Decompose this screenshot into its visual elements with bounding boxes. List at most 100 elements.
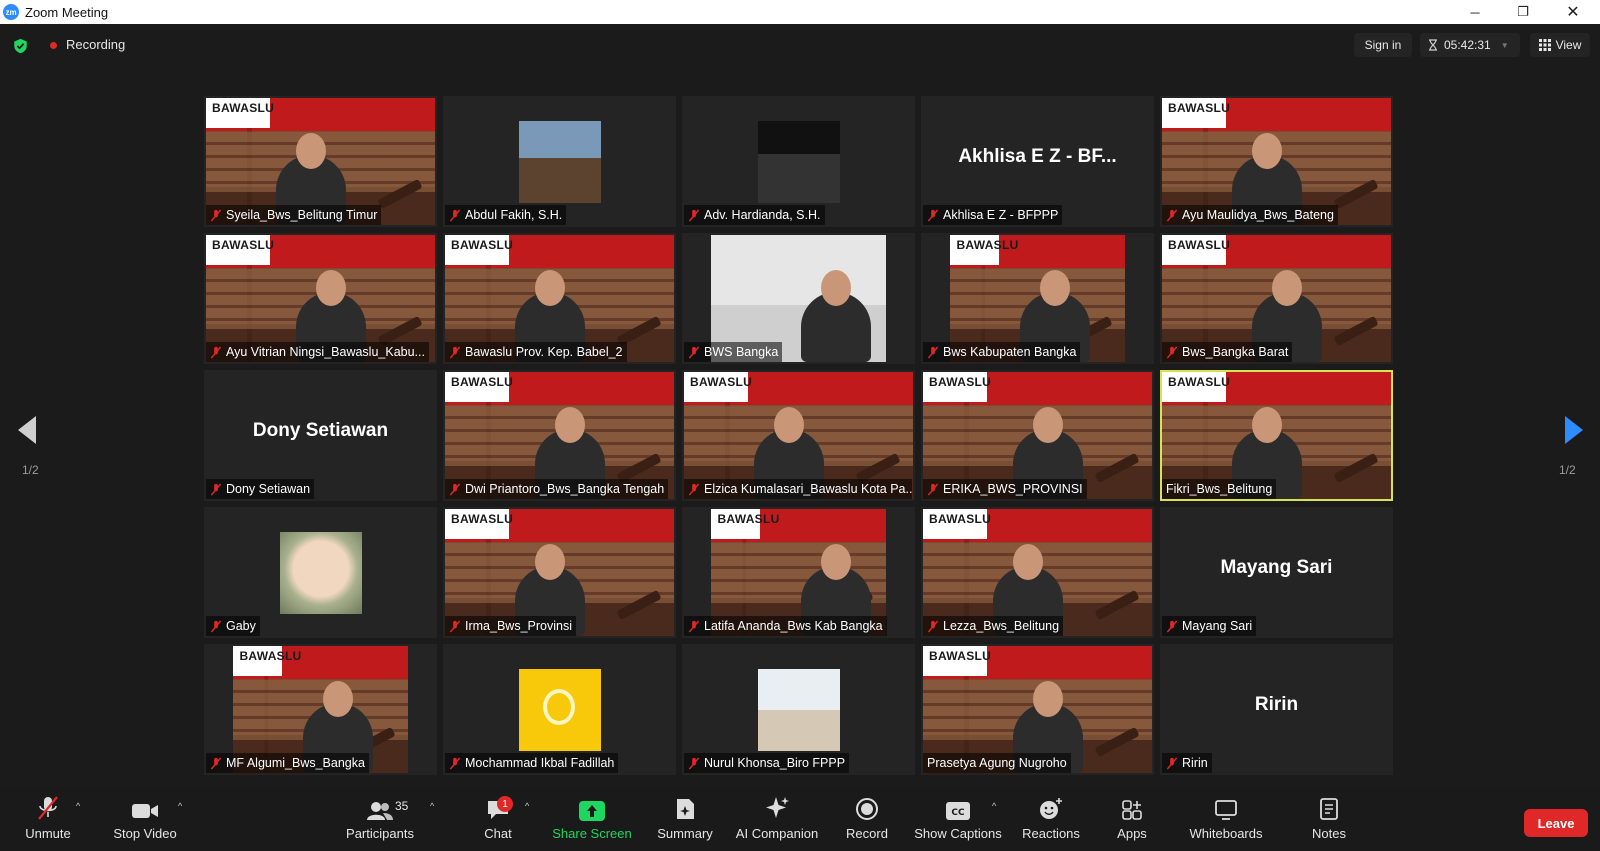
apps-button[interactable]: Apps: [1112, 787, 1152, 851]
bawaslu-logo-text: BAWASLU: [1168, 238, 1231, 252]
participants-label: Participants: [346, 826, 414, 841]
virtual-background-banner: BAWASLU: [1162, 98, 1391, 128]
zoom-logo-icon: zm: [3, 4, 19, 20]
participant-name-tag: Mochammad Ikbal Fadillah: [445, 753, 619, 773]
captions-cc-icon: CC: [946, 802, 970, 820]
participant-tile[interactable]: BAWASLU Dwi Priantoro_Bws_Bangka Tengah: [443, 370, 676, 501]
bawaslu-logo-text: BAWASLU: [956, 238, 1019, 252]
participant-tile[interactable]: Akhlisa E Z - BF... Akhlisa E Z - BFPPP: [921, 96, 1154, 227]
reactions-button[interactable]: Reactions: [1016, 787, 1086, 851]
summary-document-icon: [677, 799, 694, 819]
chat-options-caret-icon[interactable]: ^: [525, 801, 529, 811]
minimize-button[interactable]: ─: [1452, 0, 1498, 24]
participant-tile[interactable]: BWS Bangka: [682, 233, 915, 364]
bawaslu-logo-text: BAWASLU: [690, 375, 753, 389]
participant-tile[interactable]: Dony Setiawan Dony Setiawan: [204, 370, 437, 501]
recording-label[interactable]: Recording: [66, 37, 125, 52]
participant-tile[interactable]: BAWASLU Elzica Kumalasari_Bawaslu Kota Pa…: [682, 370, 915, 501]
security-shield-icon[interactable]: [13, 38, 28, 54]
participant-name: ERIKA_BWS_PROVINSI: [943, 482, 1083, 496]
participant-name: Latifa Ananda_Bws Kab Bangka: [704, 619, 883, 633]
participant-tile[interactable]: Ririn Ririn: [1160, 644, 1393, 775]
participant-name: Syeila_Bws_Belitung Timur: [226, 208, 378, 222]
bawaslu-logo-text: BAWASLU: [929, 649, 992, 663]
view-button[interactable]: View: [1530, 33, 1590, 57]
participant-tile[interactable]: BAWASLU Lezza_Bws_Belitung: [921, 507, 1154, 638]
participant-name: Bws Kabupaten Bangka: [943, 345, 1077, 359]
whiteboards-label: Whiteboards: [1189, 826, 1263, 841]
video-options-caret-icon[interactable]: ^: [178, 801, 182, 811]
participant-tile[interactable]: BAWASLU Ayu Maulidya_Bws_Bateng: [1160, 96, 1393, 227]
meeting-timer[interactable]: 05:42:31 ▼: [1420, 33, 1520, 57]
participant-name: Abdul Fakih, S.H.: [465, 208, 563, 222]
show-captions-button[interactable]: CC Show Captions: [914, 787, 1002, 851]
participant-name: Adv. Hardianda, S.H.: [704, 208, 821, 222]
sign-in-button[interactable]: Sign in: [1354, 33, 1412, 57]
participant-name: Lezza_Bws_Belitung: [943, 619, 1060, 633]
participant-tile[interactable]: Mochammad Ikbal Fadillah: [443, 644, 676, 775]
participant-tile[interactable]: Adv. Hardianda, S.H.: [682, 96, 915, 227]
stop-video-button[interactable]: Stop Video: [110, 787, 180, 851]
participant-tile[interactable]: BAWASLU Ayu Vitrian Ningsi_Bawaslu_Kabu..…: [204, 233, 437, 364]
participant-tile[interactable]: BAWASLU ERIKA_BWS_PROVINSI: [921, 370, 1154, 501]
microphone-muted-icon: [210, 756, 222, 770]
chat-button[interactable]: Chat: [474, 787, 522, 851]
microphone-muted-icon: [927, 345, 939, 359]
participant-tile[interactable]: BAWASLU Bws_Bangka Barat: [1160, 233, 1393, 364]
summary-button[interactable]: Summary: [652, 787, 718, 851]
reactions-label: Reactions: [1022, 826, 1080, 841]
virtual-background-banner: BAWASLU: [206, 98, 435, 128]
close-window-button[interactable]: ✕: [1550, 0, 1596, 24]
notes-button[interactable]: Notes: [1306, 787, 1352, 851]
virtual-background-banner: BAWASLU: [1162, 235, 1391, 265]
participant-name: Irma_Bws_Provinsi: [465, 619, 572, 633]
meeting-top-bar: Recording Sign in 05:42:31 ▼ View: [0, 24, 1600, 66]
participant-display-name: Mayang Sari: [1220, 557, 1333, 578]
bawaslu-logo-text: BAWASLU: [451, 375, 514, 389]
next-page-arrow-icon[interactable]: [1565, 416, 1583, 444]
window-title: Zoom Meeting: [25, 4, 109, 20]
participant-name-tag: Ayu Vitrian Ningsi_Bawaslu_Kabu...: [206, 342, 429, 362]
participant-tile[interactable]: Nurul Khonsa_Biro FPPP: [682, 644, 915, 775]
participant-tile[interactable]: BAWASLU Fikri_Bws_Belitung: [1160, 370, 1393, 501]
bawaslu-logo-text: BAWASLU: [212, 101, 275, 115]
participants-icon: [367, 802, 393, 820]
participant-tile[interactable]: BAWASLU Latifa Ananda_Bws Kab Bangka: [682, 507, 915, 638]
participant-name: Dwi Priantoro_Bws_Bangka Tengah: [465, 482, 665, 496]
participant-tile[interactable]: BAWASLU Bawaslu Prov. Kep. Babel_2: [443, 233, 676, 364]
participants-count: 35: [395, 799, 409, 813]
participant-tile[interactable]: BAWASLU Prasetya Agung Nugroho: [921, 644, 1154, 775]
participant-name-tag: Dony Setiawan: [206, 479, 315, 499]
participant-tile[interactable]: Gaby: [204, 507, 437, 638]
participant-tile[interactable]: Mayang Sari Mayang Sari: [1160, 507, 1393, 638]
record-button[interactable]: Record: [842, 787, 892, 851]
participant-tile[interactable]: BAWASLU Bws Kabupaten Bangka: [921, 233, 1154, 364]
virtual-background-banner: BAWASLU: [1162, 372, 1391, 402]
participant-tile[interactable]: Abdul Fakih, S.H.: [443, 96, 676, 227]
whiteboards-button[interactable]: Whiteboards: [1186, 787, 1266, 851]
share-screen-label: Share Screen: [552, 826, 632, 841]
participant-name-tag: Bws_Bangka Barat: [1162, 342, 1293, 362]
participant-tile[interactable]: BAWASLU Syeila_Bws_Belitung Timur: [204, 96, 437, 227]
leave-button[interactable]: Leave: [1524, 809, 1588, 837]
participant-tile[interactable]: BAWASLU Irma_Bws_Provinsi: [443, 507, 676, 638]
chat-unread-badge: 1: [497, 796, 513, 812]
participant-tile[interactable]: BAWASLU MF Algumi_Bws_Bangka: [204, 644, 437, 775]
audio-options-caret-icon[interactable]: ^: [76, 801, 80, 811]
unmute-button[interactable]: Unmute: [18, 787, 78, 851]
participant-name-tag: Mayang Sari: [1162, 616, 1257, 636]
restore-button[interactable]: ❐: [1500, 0, 1546, 24]
microphone-muted-icon: [210, 619, 222, 633]
participants-options-caret-icon[interactable]: ^: [430, 801, 434, 811]
share-screen-button[interactable]: Share Screen: [552, 787, 632, 851]
participant-name-tag: Nurul Khonsa_Biro FPPP: [684, 753, 850, 773]
microphone-muted-icon: [449, 482, 461, 496]
bawaslu-logo-text: BAWASLU: [929, 375, 992, 389]
microphone-muted-icon: [1166, 208, 1178, 222]
previous-page-arrow-icon[interactable]: [18, 416, 36, 444]
captions-options-caret-icon[interactable]: ^: [992, 801, 996, 811]
ai-companion-button[interactable]: AI Companion: [733, 787, 821, 851]
microphone-muted-icon: [449, 756, 461, 770]
participants-button[interactable]: Participants: [340, 787, 420, 851]
microphone-muted-icon: [688, 482, 700, 496]
